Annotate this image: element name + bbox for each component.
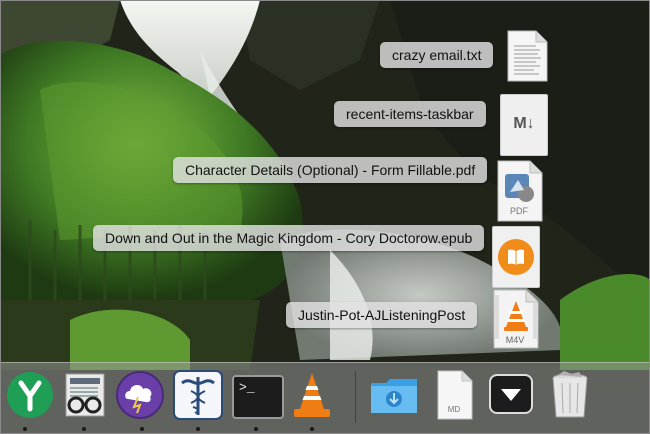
- dock-app-yoink[interactable]: [4, 369, 56, 421]
- m4v-badge: M4V: [505, 335, 525, 345]
- stack-item-label[interactable]: Down and Out in the Magic Kingdom - Cory…: [93, 225, 485, 251]
- ibooks-icon[interactable]: [492, 226, 540, 288]
- newspaper-glasses-icon: [65, 373, 105, 417]
- dock: >_ MD: [0, 362, 650, 434]
- dock-app-terminal[interactable]: >_: [230, 369, 284, 421]
- downloads-folder-icon: [371, 379, 417, 413]
- pdf-badge: PDF: [510, 206, 528, 216]
- running-indicator: [310, 427, 314, 431]
- terminal-prompt: >_: [239, 380, 255, 395]
- terminal-icon: >_: [232, 375, 284, 419]
- dock-separator: [355, 371, 356, 423]
- dock-app-cloud[interactable]: [114, 369, 166, 421]
- running-indicator: [82, 427, 86, 431]
- stack-item-label[interactable]: crazy email.txt: [380, 42, 494, 68]
- running-indicator: [196, 427, 200, 431]
- dock-app-medical[interactable]: [172, 369, 224, 421]
- text-document-icon[interactable]: [506, 30, 548, 82]
- dock-md-document[interactable]: MD: [428, 369, 480, 421]
- running-indicator: [23, 427, 27, 431]
- desktop-background: crazy email.txt recent-items-taskbar M↓ …: [0, 0, 650, 434]
- yoink-icon: [7, 372, 53, 418]
- caduceus-icon: [173, 370, 223, 420]
- stack-item-label[interactable]: recent-items-taskbar: [334, 101, 486, 127]
- dock-app-vlc[interactable]: [286, 369, 338, 421]
- dock-folder-downloads[interactable]: [368, 369, 420, 421]
- running-indicator: [254, 427, 258, 431]
- markdown-file-icon[interactable]: M↓: [500, 94, 548, 156]
- trash-icon: [552, 371, 588, 418]
- dock-recent-items-stack[interactable]: [486, 369, 538, 421]
- chevron-down-icon: [489, 374, 533, 414]
- dock-trash[interactable]: [544, 369, 596, 421]
- dock-app-news-reader[interactable]: [58, 369, 110, 421]
- md-badge: MD: [447, 405, 461, 414]
- stack-item-label[interactable]: Justin-Pot-AJListeningPost: [286, 302, 478, 328]
- vlc-cone-icon: [294, 373, 330, 417]
- markdown-badge: M↓: [513, 115, 535, 132]
- stack-item-label[interactable]: Character Details (Optional) - Form Fill…: [173, 157, 488, 183]
- running-indicator: [140, 427, 144, 431]
- cloud-lightning-icon: [116, 371, 164, 419]
